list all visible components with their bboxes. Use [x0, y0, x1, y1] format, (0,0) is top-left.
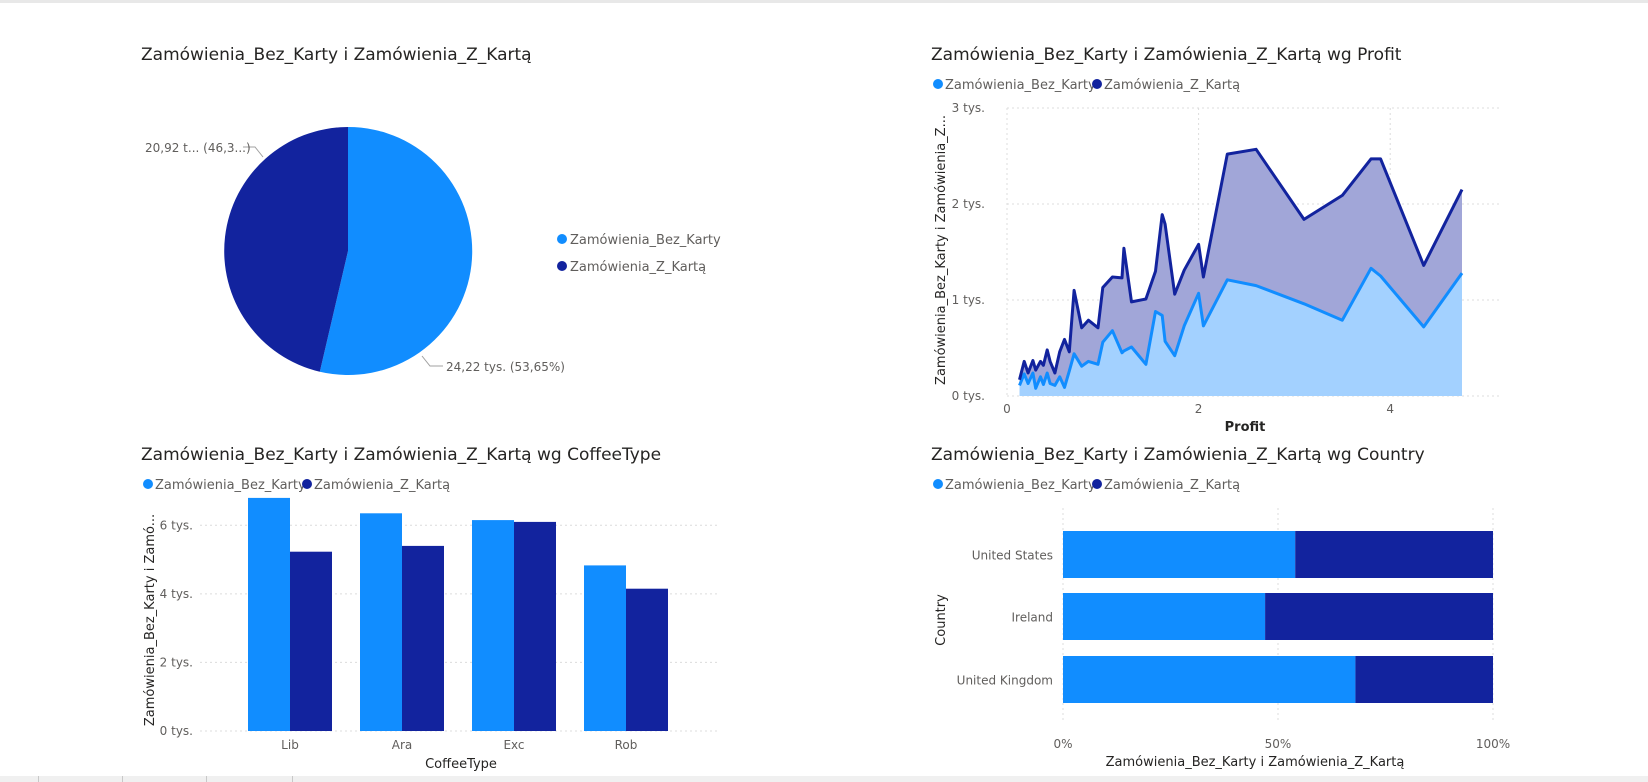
y-tick-label: 4 tys.	[160, 587, 193, 601]
area-chart[interactable]: Zamówienia_Bez_Karty i Zamówienia_Z_Kart…	[931, 45, 1500, 435]
area-y-ticks: 0 tys. 1 tys. 2 tys. 3 tys.	[952, 101, 985, 403]
legend-label-bez: Zamówienia_Bez_Karty	[945, 478, 1096, 493]
legend-marker-bez	[557, 234, 567, 244]
bar-y-title: Zamówienia_Bez_Karty i Zamó...	[143, 514, 158, 726]
y-tick-label: 0 tys.	[160, 724, 193, 738]
legend-marker-z	[557, 261, 567, 271]
stacked-bar-2-bez[interactable]	[1063, 656, 1356, 703]
legend-marker-z	[1092, 479, 1102, 489]
x-tick-label: Exc	[503, 738, 524, 752]
x-tick-label: Ara	[392, 738, 413, 752]
pie-title: Zamówienia_Bez_Karty i Zamówienia_Z_Kart…	[141, 45, 532, 65]
tab-divider	[292, 776, 293, 782]
bar-ara-bez[interactable]	[360, 513, 402, 731]
stacked-x-title: Zamówienia_Bez_Karty i Zamówienia_Z_Kart…	[1106, 755, 1405, 770]
stacked-y-title: Country	[934, 594, 949, 646]
stacked-bar-chart[interactable]: Zamówienia_Bez_Karty i Zamówienia_Z_Kart…	[931, 445, 1510, 770]
bar-y-ticks: 0 tys. 2 tys. 4 tys. 6 tys.	[160, 518, 193, 738]
bar-rects[interactable]	[248, 497, 668, 731]
pie-label-z: 20,92 t... (46,3...)	[145, 141, 251, 155]
stacked-bar-rects[interactable]	[1063, 531, 1493, 703]
x-tick-label: Rob	[615, 738, 638, 752]
y-tick-label: 6 tys.	[160, 518, 193, 532]
pie-chart[interactable]: Zamówienia_Bez_Karty i Zamówienia_Z_Kart…	[141, 45, 721, 375]
bar-rob-z[interactable]	[626, 588, 668, 731]
category-label: United Kingdom	[957, 674, 1053, 688]
x-tick-label: 4	[1386, 402, 1394, 416]
page-tabs-bar	[0, 776, 1648, 782]
stacked-bar-0-bez[interactable]	[1063, 531, 1296, 578]
x-tick-label: Lib	[281, 738, 299, 752]
x-tick-label: 100%	[1476, 737, 1510, 751]
legend-label-bez: Zamówienia_Bez_Karty	[155, 478, 306, 493]
legend-marker-z	[1092, 79, 1102, 89]
bar-exc-bez[interactable]	[472, 520, 514, 731]
bar-lib-bez[interactable]	[248, 497, 290, 731]
bar-rob-bez[interactable]	[584, 565, 626, 731]
report-canvas: Zamówienia_Bez_Karty i Zamówienia_Z_Kart…	[141, 45, 1510, 772]
area-title: Zamówienia_Bez_Karty i Zamówienia_Z_Kart…	[931, 45, 1402, 65]
legend-marker-bez	[933, 79, 943, 89]
leader-line-bez	[421, 355, 443, 367]
legend-label-z: Zamówienia_Z_Kartą	[1104, 78, 1240, 93]
area-x-title: Profit	[1225, 420, 1266, 435]
bar-exc-z[interactable]	[514, 521, 556, 731]
category-label: Ireland	[1011, 611, 1053, 625]
legend-label-bez: Zamówienia_Bez_Karty	[570, 233, 721, 248]
category-label: United States	[972, 549, 1053, 563]
stacked-bar-0-z[interactable]	[1295, 531, 1493, 578]
stacked-title: Zamówienia_Bez_Karty i Zamówienia_Z_Kart…	[931, 445, 1425, 465]
stacked-bar-1-bez[interactable]	[1063, 593, 1266, 640]
legend-label-z: Zamówienia_Z_Kartą	[314, 478, 450, 493]
area-legend[interactable]: Zamówienia_Bez_Karty Zamówienia_Z_Kartą	[933, 78, 1240, 93]
area-y-title: Zamówienia_Bez_Karty i Zamówienia_Z...	[934, 115, 949, 385]
stacked-legend[interactable]: Zamówienia_Bez_Karty Zamówienia_Z_Kartą	[933, 478, 1240, 493]
x-tick-label: 50%	[1265, 737, 1292, 751]
stacked-bar-1-z[interactable]	[1265, 593, 1493, 640]
bar-lib-z[interactable]	[290, 551, 332, 731]
bar-ara-z[interactable]	[402, 545, 444, 731]
y-tick-label: 3 tys.	[952, 101, 985, 115]
area-x-ticks: 0 2 4	[1003, 402, 1394, 416]
legend-marker-bez	[933, 479, 943, 489]
x-tick-label: 2	[1195, 402, 1203, 416]
pie-slices[interactable]	[224, 126, 473, 375]
stacked-bar-2-z[interactable]	[1355, 656, 1493, 703]
bar-title: Zamówienia_Bez_Karty i Zamówienia_Z_Kart…	[141, 445, 661, 465]
bar-x-ticks: Lib Ara Exc Rob	[281, 738, 637, 752]
y-tick-label: 0 tys.	[952, 389, 985, 403]
legend-label-bez: Zamówienia_Bez_Karty	[945, 78, 1096, 93]
x-tick-label: 0%	[1053, 737, 1072, 751]
bar-x-title: CoffeeType	[425, 757, 497, 772]
pie-label-bez: 24,22 tys. (53,65%)	[446, 360, 565, 374]
pie-legend[interactable]: Zamówienia_Bez_Karty Zamówienia_Z_Kartą	[557, 233, 721, 275]
legend-label-z: Zamówienia_Z_Kartą	[570, 260, 706, 275]
x-tick-label: 0	[1003, 402, 1011, 416]
bar-legend[interactable]: Zamówienia_Bez_Karty Zamówienia_Z_Kartą	[143, 478, 450, 493]
stacked-x-ticks: 0% 50% 100%	[1053, 737, 1510, 751]
y-tick-label: 2 tys.	[952, 197, 985, 211]
stacked-category-labels: United States Ireland United Kingdom	[957, 549, 1053, 688]
tab-divider	[38, 776, 39, 782]
legend-label-z: Zamówienia_Z_Kartą	[1104, 478, 1240, 493]
y-tick-label: 1 tys.	[952, 293, 985, 307]
tab-divider	[122, 776, 123, 782]
area-fills	[1019, 149, 1462, 396]
bar-chart[interactable]: Zamówienia_Bez_Karty i Zamówienia_Z_Kart…	[141, 445, 718, 772]
y-tick-label: 2 tys.	[160, 655, 193, 669]
legend-marker-z	[302, 479, 312, 489]
tab-divider	[206, 776, 207, 782]
legend-marker-bez	[143, 479, 153, 489]
